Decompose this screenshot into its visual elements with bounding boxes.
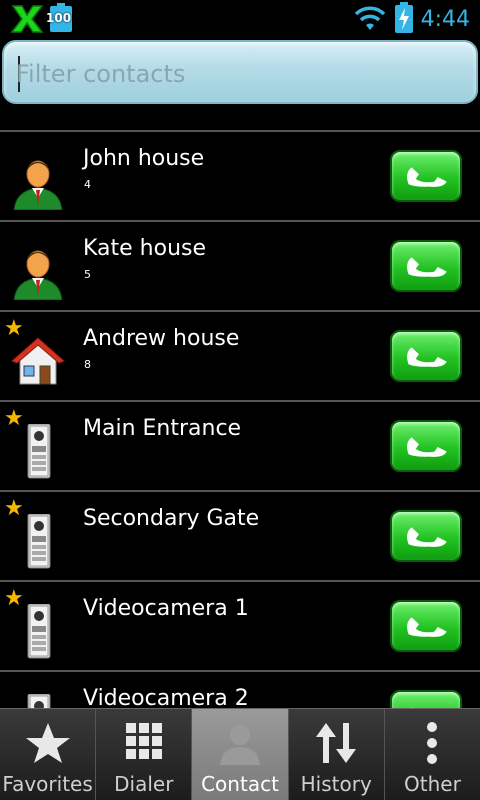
- house-icon: [10, 334, 66, 390]
- contact-icon: [216, 721, 264, 765]
- tab-label: Dialer: [114, 772, 174, 796]
- contact-name: John house: [83, 146, 205, 171]
- tab-dialer[interactable]: Dialer: [96, 709, 193, 800]
- contact-number: 5: [84, 268, 91, 281]
- tab-contact[interactable]: Contact: [192, 709, 289, 800]
- call-button[interactable]: [390, 510, 462, 562]
- phone-handset-icon: [403, 339, 449, 373]
- history-icon: [312, 721, 360, 765]
- phone-handset-icon: [403, 429, 449, 463]
- battery-charging-icon: [394, 2, 413, 33]
- tab-label: History: [300, 772, 372, 796]
- call-button[interactable]: [390, 240, 462, 292]
- intercom-icon: [10, 693, 66, 708]
- favorite-star-icon: ★: [4, 406, 24, 431]
- battery-level-text: 100: [46, 11, 72, 25]
- person-icon: [10, 154, 66, 211]
- contact-name: Main Entrance: [83, 416, 242, 441]
- phone-handset-icon: [403, 249, 449, 283]
- favorite-star-icon: ★: [4, 496, 24, 521]
- intercom-icon: [10, 513, 66, 570]
- app-x-icon: [10, 5, 44, 33]
- contact-number: 8: [84, 358, 91, 371]
- tab-label: Other: [404, 772, 461, 796]
- wifi-icon: [354, 6, 385, 30]
- battery-level-icon: 100: [46, 3, 72, 32]
- star-icon: [24, 721, 72, 765]
- more-icon: [408, 721, 456, 765]
- status-bar: 100 4:44: [0, 0, 480, 38]
- keypad-icon: [120, 721, 168, 765]
- call-button[interactable]: [390, 600, 462, 652]
- call-button[interactable]: [390, 150, 462, 202]
- bottom-tab-bar: Favorites Dialer Contact History Other: [0, 708, 480, 800]
- tab-label: Favorites: [2, 772, 93, 796]
- phone-handset-icon: [403, 699, 449, 708]
- call-button[interactable]: [390, 690, 462, 708]
- contact-name: Secondary Gate: [83, 506, 260, 531]
- tab-label: Contact: [201, 772, 279, 796]
- filter-bar: [0, 38, 480, 132]
- contact-row[interactable]: ★ Main Entrance: [0, 402, 480, 492]
- contact-row[interactable]: Kate house 5: [0, 222, 480, 312]
- phone-handset-icon: [403, 609, 449, 643]
- clock: 4:44: [420, 6, 470, 32]
- intercom-icon: [10, 603, 66, 660]
- filter-field-frame: [2, 40, 478, 104]
- contact-row[interactable]: John house 4: [0, 132, 480, 222]
- call-button[interactable]: [390, 330, 462, 382]
- contact-name: Videocamera 2: [83, 686, 249, 708]
- contact-list[interactable]: John house 4 Kate house 5 ★ Andrew house…: [0, 132, 480, 708]
- tab-favorites[interactable]: Favorites: [0, 709, 97, 800]
- contact-name: Andrew house: [83, 326, 240, 351]
- tab-history[interactable]: History: [289, 709, 385, 800]
- contact-name: Videocamera 1: [83, 596, 249, 621]
- intercom-icon: [10, 423, 66, 480]
- contact-row[interactable]: ★ Andrew house 8: [0, 312, 480, 402]
- contact-number: 4: [84, 178, 91, 191]
- phone-handset-icon: [403, 519, 449, 553]
- call-button[interactable]: [390, 420, 462, 472]
- favorite-star-icon: ★: [4, 586, 24, 611]
- phone-handset-icon: [403, 159, 449, 193]
- tab-other[interactable]: Other: [385, 709, 480, 800]
- contact-row[interactable]: ★ Videocamera 1: [0, 582, 480, 672]
- contact-row[interactable]: ★ Secondary Gate: [0, 492, 480, 582]
- person-icon: [10, 244, 66, 301]
- favorite-star-icon: ★: [4, 316, 24, 341]
- contact-row[interactable]: Videocamera 2: [0, 672, 480, 708]
- filter-contacts-input[interactable]: [16, 54, 466, 94]
- contact-name: Kate house: [83, 236, 207, 261]
